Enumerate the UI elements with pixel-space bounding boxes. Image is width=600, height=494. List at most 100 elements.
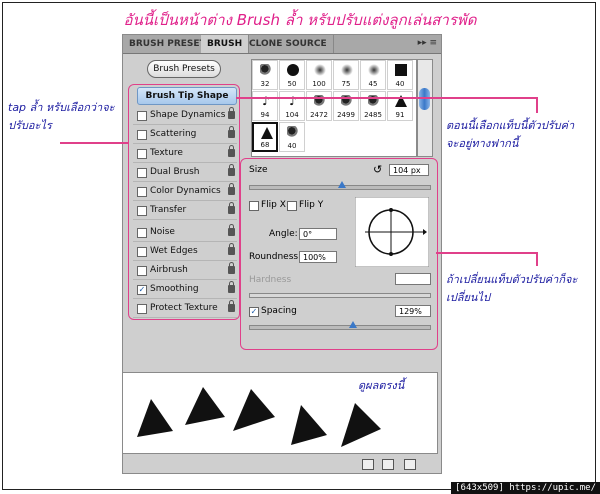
brush-size-label: 91 [395, 111, 405, 119]
brush-size-label: 2485 [364, 111, 382, 119]
option-checkbox[interactable] [137, 130, 147, 140]
grid-icon[interactable] [382, 459, 394, 470]
annotation-left-line [60, 142, 128, 144]
lock-icon[interactable] [228, 281, 235, 293]
option-dual-brush[interactable]: Dual Brush [133, 164, 237, 182]
option-label: Scattering [150, 129, 197, 139]
brush-size-label: 100 [312, 80, 326, 88]
option-label: Smoothing [150, 284, 199, 294]
angle-field[interactable]: 0° [299, 228, 337, 240]
spacing-checkbox[interactable]: ✓ [249, 307, 259, 317]
flip-x-checkbox[interactable] [249, 201, 259, 211]
option-noise[interactable]: Noise [133, 224, 237, 242]
size-field[interactable]: 104 px [389, 164, 429, 176]
brush-tip-grid[interactable]: 32 50 100 75 45 40 ♪ 94 ♪ 104 2472 2499 2485 91 68 40 [251, 59, 417, 157]
lock-icon[interactable] [228, 262, 235, 274]
brush-presets-button[interactable]: Brush Presets [147, 60, 221, 78]
option-color-dynamics[interactable]: Color Dynamics [133, 183, 237, 201]
panel-menu-icon[interactable]: ▸▸ ≡ [418, 38, 437, 48]
option-label: Airbrush [150, 265, 188, 275]
tab-brush[interactable]: BRUSH [201, 35, 250, 53]
hardness-label: Hardness [249, 275, 292, 285]
option-checkbox[interactable] [137, 228, 147, 238]
angle-roundness-diagram[interactable] [355, 197, 429, 267]
option-scattering[interactable]: Scattering [133, 126, 237, 144]
option-texture[interactable]: Texture [133, 145, 237, 163]
note-right-bottom: ถ้าเปลี่ยนแท็บตัวปรับค่าก็จะเปลี่ยนไป [446, 273, 578, 304]
roundness-field[interactable]: 100% [299, 251, 337, 263]
brush-tip-2499[interactable]: 2499 [333, 91, 359, 121]
brush-tip-shape-item[interactable]: Brush Tip Shape [137, 87, 237, 105]
brush-tip-94[interactable]: ♪ 94 [252, 91, 278, 121]
brush-size-label: 32 [260, 80, 270, 88]
option-checkbox[interactable] [137, 247, 147, 257]
brush-tip-40[interactable]: 40 [387, 60, 413, 90]
brush-tip-40[interactable]: 40 [279, 122, 305, 152]
option-checkbox[interactable] [137, 266, 147, 276]
brush-tip-32[interactable]: 32 [252, 60, 278, 90]
lock-icon[interactable] [228, 243, 235, 255]
option-shape-dynamics[interactable]: Shape Dynamics [133, 107, 237, 125]
lock-icon[interactable] [228, 224, 235, 236]
brush-size-label: 50 [287, 80, 297, 88]
page-title: อันนี้เป็นหน้าต่าง Brush ล้ำ หรับปรับแต่… [123, 11, 477, 29]
option-checkbox[interactable] [137, 149, 147, 159]
option-label: Color Dynamics [150, 186, 221, 196]
brush-tip-50[interactable]: 50 [279, 60, 305, 90]
lock-icon[interactable] [228, 126, 235, 138]
lock-icon[interactable] [228, 202, 235, 214]
hardness-field[interactable] [395, 273, 431, 285]
eye-icon[interactable] [362, 459, 374, 470]
hardness-slider[interactable] [249, 293, 431, 298]
brush-size-label: 75 [341, 80, 351, 88]
option-protect-texture[interactable]: Protect Texture [133, 300, 237, 318]
brush-tip-75[interactable]: 75 [333, 60, 359, 90]
brush-tip-shape-icon [341, 64, 353, 76]
brush-tip-104[interactable]: ♪ 104 [279, 91, 305, 121]
lock-icon[interactable] [228, 300, 235, 312]
option-airbrush[interactable]: Airbrush [133, 262, 237, 280]
lock-icon[interactable] [228, 145, 235, 157]
scroll-thumb[interactable] [419, 88, 430, 110]
brush-tip-100[interactable]: 100 [306, 60, 332, 90]
note-preview: ดูผลตรงนี้ [358, 379, 405, 392]
option-checkbox[interactable] [137, 168, 147, 178]
brush-tip-shape-icon [261, 127, 273, 139]
lock-icon[interactable] [228, 183, 235, 195]
size-slider-knob[interactable] [338, 181, 346, 188]
brush-tip-68[interactable]: 68 [252, 122, 278, 152]
brush-size-label: 104 [285, 111, 299, 119]
lock-icon[interactable] [228, 107, 235, 119]
flip-y-checkbox[interactable] [287, 201, 297, 211]
option-smoothing[interactable]: ✓ Smoothing [133, 281, 237, 299]
option-checkbox[interactable] [137, 111, 147, 121]
brush-tip-2485[interactable]: 2485 [360, 91, 386, 121]
flip-x-label: Flip X [261, 200, 286, 210]
option-checkbox[interactable] [137, 187, 147, 197]
note-right-top: ตอนนี้เลือกแท็บนี้ตัวปรับค่าจะอยู่ทางฟาก… [446, 119, 575, 150]
brush-size-label: 40 [395, 80, 405, 88]
reset-size-icon[interactable]: ↺ [373, 163, 382, 176]
brush-tip-2472[interactable]: 2472 [306, 91, 332, 121]
note-left: tap ล้ำ หรับเลือกว่าจะปรับอะไร [8, 101, 115, 132]
brush-tip-shape-icon [314, 64, 326, 76]
option-wet-edges[interactable]: Wet Edges [133, 243, 237, 261]
size-label: Size [249, 165, 268, 175]
option-checkbox[interactable]: ✓ [137, 285, 147, 295]
new-preset-icon[interactable] [404, 459, 416, 470]
lock-icon[interactable] [228, 164, 235, 176]
brush-size-label: 45 [368, 80, 378, 88]
brush-grid-scrollbar[interactable] [417, 59, 433, 157]
option-checkbox[interactable] [137, 206, 147, 216]
option-checkbox[interactable] [137, 304, 147, 314]
annotation-bottom-drop [536, 252, 538, 266]
spacing-field[interactable]: 129% [395, 305, 431, 317]
tab-clone-source[interactable]: CLONE SOURCE [243, 35, 334, 53]
brush-tip-45[interactable]: 45 [360, 60, 386, 90]
spacing-slider[interactable] [249, 325, 431, 330]
option-label: Protect Texture [150, 303, 218, 313]
option-label: Noise [150, 227, 175, 237]
brush-tip-91[interactable]: 91 [387, 91, 413, 121]
option-transfer[interactable]: Transfer [133, 202, 237, 220]
spacing-slider-knob[interactable] [349, 321, 357, 328]
